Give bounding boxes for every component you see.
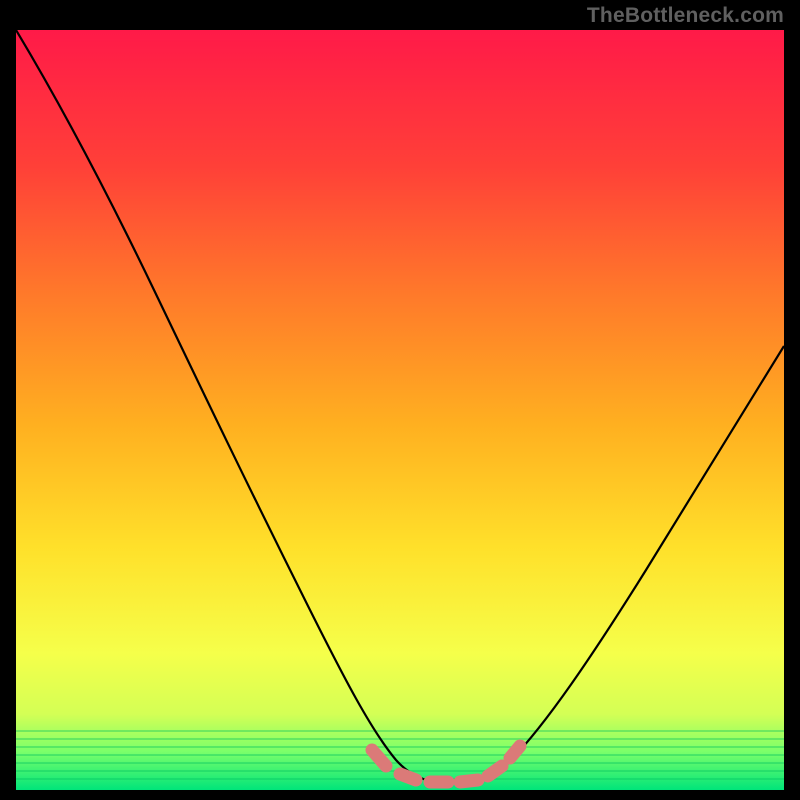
watermark-text: TheBottleneck.com <box>587 4 784 28</box>
bottleneck-chart <box>16 30 784 790</box>
plot-frame <box>16 30 784 790</box>
gradient-background <box>16 30 784 790</box>
